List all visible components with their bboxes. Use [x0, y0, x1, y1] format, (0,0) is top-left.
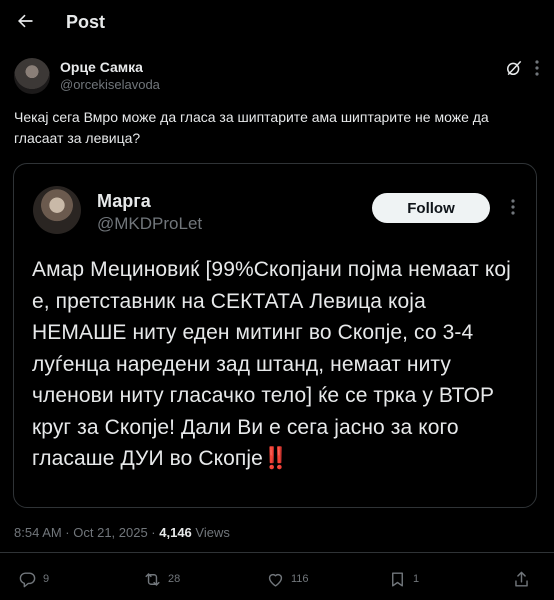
grok-icon[interactable]	[504, 58, 524, 78]
more-icon[interactable]	[530, 58, 544, 78]
repost-button[interactable]: 28	[143, 568, 180, 590]
quoted-post[interactable]: Марга @MKDProLet Follow Амар Мециновиќ […	[13, 163, 537, 508]
heart-icon	[268, 573, 283, 587]
quote-text-block: Амар Мециновиќ [99%Скопјани појма немаат…	[32, 254, 526, 475]
share-button[interactable]	[512, 568, 537, 590]
post-author: Орце Самка @orcekiselavoda	[14, 56, 544, 96]
share-icon	[515, 571, 528, 587]
page-title: Post	[66, 12, 106, 32]
author-name[interactable]: Орце Самка	[60, 59, 143, 75]
quote-author-name[interactable]: Марга	[97, 191, 151, 212]
post-timestamp[interactable]: 8:54 AM · Oct 21, 2025 ·	[14, 525, 159, 540]
reply-button[interactable]: 9	[18, 568, 49, 590]
bookmark-icon	[392, 571, 403, 587]
quote-text: Амар Мециновиќ [99%Скопјани појма немаат…	[32, 258, 511, 470]
views-count: 4,146	[159, 525, 192, 540]
post-meta: 8:54 AM · Oct 21, 2025 · 4,146 Views	[14, 525, 230, 540]
repost-icon	[145, 572, 160, 586]
quote-author-handle[interactable]: @MKDProLet	[97, 214, 202, 234]
views-label: Views	[191, 525, 230, 540]
repost-count: 28	[168, 573, 181, 585]
like-count: 116	[291, 573, 309, 585]
author-avatar[interactable]	[14, 58, 50, 94]
top-bar: Post	[0, 0, 554, 44]
quote-more-icon[interactable]	[506, 197, 520, 217]
bookmark-count: 1	[413, 573, 420, 585]
post-text: Чекај сега Вмро може да гласа за шиптари…	[14, 109, 489, 146]
action-bar: 9 28 116 1	[0, 560, 554, 596]
reply-icon	[19, 571, 36, 587]
quote-author-avatar[interactable]	[33, 186, 81, 234]
like-button[interactable]: 116	[266, 568, 309, 590]
bookmark-button[interactable]: 1	[388, 568, 419, 590]
follow-button[interactable]: Follow	[372, 193, 490, 223]
divider	[0, 552, 554, 553]
arrow-left-icon	[18, 14, 33, 28]
reply-count: 9	[43, 573, 50, 585]
author-handle[interactable]: @orcekiselavoda	[60, 77, 160, 92]
back-button[interactable]	[12, 8, 38, 34]
double-exclamation-emoji: ‼️	[262, 447, 289, 470]
